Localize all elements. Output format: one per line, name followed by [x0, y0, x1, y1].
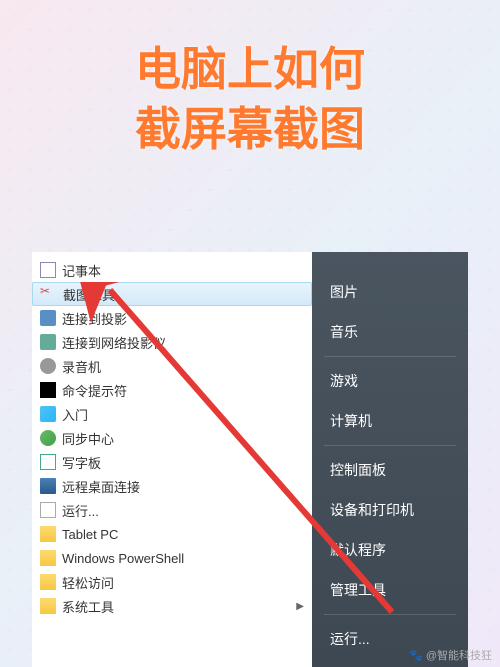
start-menu-right-panel: 图片 音乐 游戏 计算机 控制面板 设备和打印机 默认程序 管理工具 运行...	[312, 252, 468, 667]
program-label: Windows PowerShell	[62, 551, 184, 566]
recorder-icon	[40, 358, 56, 374]
program-item-folder[interactable]: Windows PowerShell	[32, 546, 312, 570]
program-item-intro[interactable]: 入门	[32, 402, 312, 426]
program-item-projector[interactable]: 连接到投影	[32, 306, 312, 330]
program-label: 录音机	[62, 357, 101, 376]
folder-icon	[40, 550, 56, 566]
program-item-folder[interactable]: Tablet PC	[32, 522, 312, 546]
program-item-sync[interactable]: 同步中心	[32, 426, 312, 450]
program-item-notepad[interactable]: 记事本	[32, 258, 312, 282]
snipping-tool-icon	[41, 286, 57, 302]
chevron-right-icon: ▶	[296, 601, 304, 612]
menu-music[interactable]: 音乐	[312, 312, 468, 352]
program-label: 远程桌面连接	[62, 477, 140, 496]
program-label: 记事本	[62, 261, 101, 280]
program-item-recorder[interactable]: 录音机	[32, 354, 312, 378]
program-item-snipping-tool[interactable]: 截图工具	[32, 282, 312, 306]
program-label: 命令提示符	[62, 381, 127, 400]
program-item-rdp[interactable]: 远程桌面连接	[32, 474, 312, 498]
divider	[324, 356, 456, 357]
paw-icon: 🐾	[409, 650, 423, 662]
projector-icon	[40, 310, 56, 326]
watermark: 🐾 @智能科技狂	[409, 647, 492, 663]
program-label: 连接到投影	[62, 309, 127, 328]
start-menu-programs-list: 记事本截图工具连接到投影连接到网络投影仪录音机命令提示符入门同步中心写字板远程桌…	[32, 252, 312, 624]
program-item-run[interactable]: 运行...	[32, 498, 312, 522]
program-label: 截图工具	[63, 285, 115, 304]
start-menu-screenshot: 记事本截图工具连接到投影连接到网络投影仪录音机命令提示符入门同步中心写字板远程桌…	[32, 252, 468, 667]
title-line-1: 电脑上如何	[0, 40, 500, 100]
program-label: 轻松访问	[62, 573, 114, 592]
program-item-folder[interactable]: 轻松访问	[32, 570, 312, 594]
divider	[324, 445, 456, 446]
wordpad-icon	[40, 454, 56, 470]
program-label: 写字板	[62, 453, 101, 472]
folder-icon	[40, 526, 56, 542]
program-label: 入门	[62, 405, 88, 424]
divider	[324, 614, 456, 615]
menu-control-panel[interactable]: 控制面板	[312, 450, 468, 490]
menu-computer[interactable]: 计算机	[312, 401, 468, 441]
menu-default-programs[interactable]: 默认程序	[312, 530, 468, 570]
program-label: Tablet PC	[62, 527, 118, 542]
folder-icon	[40, 598, 56, 614]
program-item-wordpad[interactable]: 写字板	[32, 450, 312, 474]
program-item-folder[interactable]: 系统工具 ▶	[32, 594, 312, 618]
program-item-network-projector[interactable]: 连接到网络投影仪	[32, 330, 312, 354]
program-label: 连接到网络投影仪	[62, 333, 166, 352]
title-line-2: 截屏幕截图	[0, 100, 500, 160]
sync-icon	[40, 430, 56, 446]
program-label: 系统工具	[62, 597, 114, 616]
menu-admin-tools[interactable]: 管理工具	[312, 570, 468, 610]
intro-icon	[40, 406, 56, 422]
rdp-icon	[40, 478, 56, 494]
network-projector-icon	[40, 334, 56, 350]
menu-games[interactable]: 游戏	[312, 361, 468, 401]
page-title: 电脑上如何 截屏幕截图	[0, 0, 500, 160]
menu-pictures[interactable]: 图片	[312, 272, 468, 312]
folder-icon	[40, 574, 56, 590]
run-icon	[40, 502, 56, 518]
program-label: 同步中心	[62, 429, 114, 448]
cmd-icon	[40, 382, 56, 398]
program-label: 运行...	[62, 501, 99, 520]
notepad-icon	[40, 262, 56, 278]
menu-devices-printers[interactable]: 设备和打印机	[312, 490, 468, 530]
program-item-cmd[interactable]: 命令提示符	[32, 378, 312, 402]
